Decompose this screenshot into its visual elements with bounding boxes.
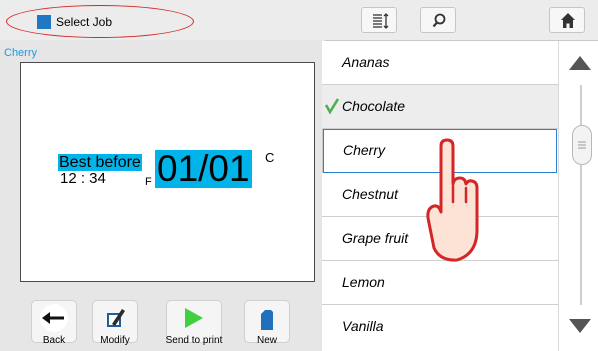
home-button[interactable] — [549, 7, 585, 33]
job-list-item-lemon[interactable]: Lemon — [322, 261, 558, 305]
date-field: 01/01 — [155, 148, 252, 189]
job-list-item-label: Lemon — [342, 274, 385, 290]
job-list-item-label: Ananas — [342, 54, 390, 70]
checkmark-icon — [324, 98, 340, 115]
job-list-item-ananas[interactable]: Ananas — [322, 41, 558, 85]
home-icon — [561, 13, 575, 28]
modify-label: Modify — [100, 335, 130, 346]
triangle-up-icon[interactable] — [568, 55, 592, 71]
job-list-item-label: Grape fruit — [342, 230, 409, 246]
send-to-print-label: Send to print — [165, 335, 223, 346]
best-before-field: Best before — [58, 154, 142, 171]
job-list-item-label: Chestnut — [342, 186, 399, 202]
new-label: New — [256, 335, 277, 346]
triangle-down-icon[interactable] — [568, 318, 592, 334]
search-button[interactable] — [420, 7, 456, 33]
job-list-item-label: Chocolate — [342, 98, 406, 114]
scrollbar[interactable] — [558, 41, 598, 351]
job-list-item-vanilla[interactable]: Vanilla — [322, 305, 558, 351]
job-name-label: Cherry — [4, 47, 38, 59]
grip-icon — [578, 141, 586, 149]
job-list-item-chocolate[interactable]: Chocolate — [322, 85, 558, 129]
scroll-thumb[interactable] — [572, 125, 592, 165]
list-sort-button[interactable] — [361, 7, 397, 33]
search-icon — [432, 13, 446, 28]
job-list-item-label: Cherry — [343, 142, 386, 158]
hand-pointer-icon — [426, 138, 479, 262]
scroll-track[interactable] — [580, 85, 582, 305]
list-sort-icon — [373, 13, 389, 29]
job-list-item-label: Vanilla — [342, 318, 384, 334]
time-field: 12 : 34 — [60, 170, 106, 187]
f-marker: F — [145, 176, 152, 188]
back-label: Back — [42, 335, 66, 346]
highlight-oval — [6, 5, 194, 38]
c-marker: C — [265, 150, 275, 165]
